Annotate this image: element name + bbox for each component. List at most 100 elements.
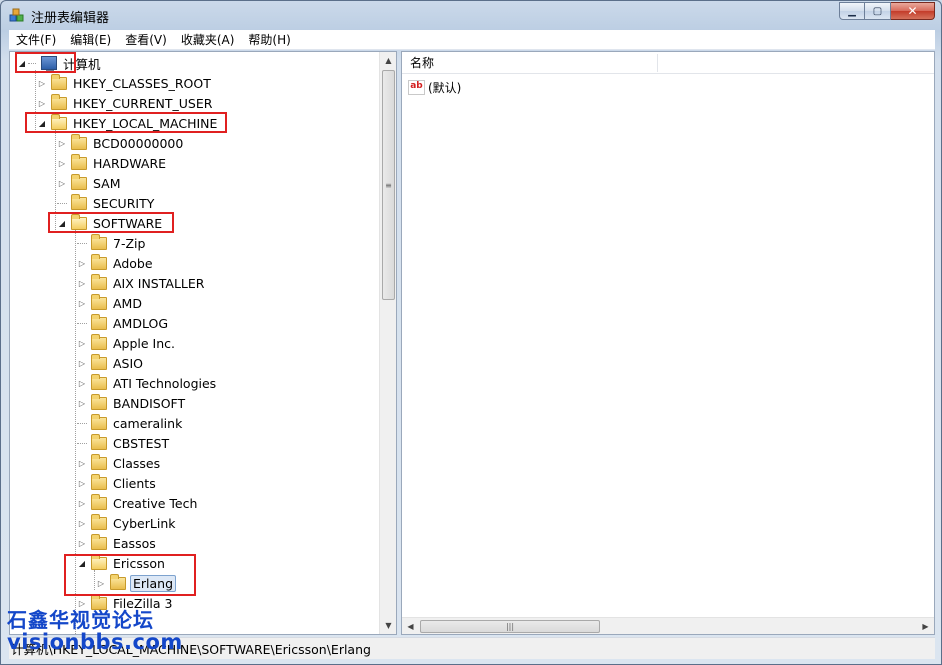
expand-icon[interactable]: ▷ [76, 537, 88, 549]
tree-node-label: Adobe [113, 255, 153, 271]
tree-leaf-connector [76, 417, 88, 429]
expand-icon[interactable]: ▷ [56, 137, 68, 149]
tree-node-label: AIX INSTALLER [113, 275, 205, 291]
tree-node-software-child[interactable]: ▷ CyberLink [76, 513, 178, 533]
arrow-up-icon: ▲ [385, 56, 392, 65]
highlight-box-hklm [25, 112, 227, 133]
tree-node-software-child[interactable]: cameralink [76, 413, 184, 433]
tree-node-label: CyberLink [113, 515, 176, 531]
folder-icon [91, 413, 107, 430]
grip-icon: ||| [505, 622, 515, 631]
tree-leaf-connector [76, 237, 88, 249]
scroll-down-button[interactable]: ▼ [380, 617, 396, 634]
arrow-right-icon: ▶ [922, 622, 929, 631]
tree-node-hardware[interactable]: ▷ HARDWARE [56, 153, 168, 173]
tree-node-software-child[interactable]: ▷ Classes [76, 453, 162, 473]
arrow-down-icon: ▼ [385, 621, 392, 630]
menu-file[interactable]: 文件(F) [9, 31, 63, 48]
column-header: 名称 [402, 52, 934, 74]
column-name-header[interactable]: 名称 [410, 54, 434, 71]
folder-icon [51, 73, 67, 90]
expand-icon[interactable]: ▷ [76, 357, 88, 369]
values-pane[interactable]: 名称 ab (默认) ◀ ||| ▶ [401, 51, 935, 635]
highlight-box-software [48, 212, 174, 233]
expand-icon[interactable]: ▷ [36, 77, 48, 89]
scroll-up-button[interactable]: ▲ [380, 52, 396, 69]
expand-icon[interactable]: ▷ [36, 97, 48, 109]
expand-icon[interactable]: ▷ [76, 457, 88, 469]
menu-help[interactable]: 帮助(H) [241, 31, 297, 48]
string-value-icon: ab [408, 80, 425, 95]
tree-node-label: ASIO [113, 355, 144, 371]
tree-node-software-child[interactable]: AMDLOG [76, 313, 170, 333]
tree-vertical-scrollbar[interactable]: ▲ ≡ ▼ [379, 52, 396, 634]
expand-icon[interactable]: ▷ [76, 517, 88, 529]
menu-bar: 文件(F) 编辑(E) 查看(V) 收藏夹(A) 帮助(H) [9, 30, 935, 50]
tree-node-label: SAM [93, 175, 121, 191]
maximize-button[interactable]: ▢ [865, 2, 891, 20]
window-title: 注册表编辑器 [31, 11, 110, 26]
menu-edit[interactable]: 编辑(E) [63, 31, 118, 48]
menu-favorites[interactable]: 收藏夹(A) [174, 31, 242, 48]
expand-icon[interactable]: ▷ [56, 157, 68, 169]
values-horizontal-scrollbar[interactable]: ◀ ||| ▶ [402, 617, 934, 634]
tree-node-label: HKEY_CURRENT_USER [73, 95, 213, 111]
tree-node-software-child[interactable]: ▷ Adobe [76, 253, 155, 273]
scroll-thumb[interactable]: ||| [420, 620, 600, 633]
watermark-line-2: visionbbs.com [7, 630, 183, 654]
minimize-button[interactable]: ▁ [839, 2, 865, 20]
close-button[interactable]: ✕ [891, 2, 935, 20]
expand-icon[interactable]: ▷ [76, 397, 88, 409]
value-row[interactable]: ab (默认) [408, 79, 461, 96]
scroll-left-button[interactable]: ◀ [402, 618, 419, 634]
expand-icon[interactable]: ▷ [76, 497, 88, 509]
tree-node-label: HARDWARE [93, 155, 167, 171]
folder-icon [91, 493, 107, 510]
folder-icon [91, 253, 107, 270]
tree-node-software-child[interactable]: ▷ BANDISOFT [76, 393, 187, 413]
tree-node-software-child[interactable]: ▷ Eassos [76, 533, 158, 553]
tree-node-label: Eassos [113, 535, 156, 551]
expand-icon[interactable]: ▷ [76, 337, 88, 349]
expand-icon[interactable]: ▷ [76, 377, 88, 389]
key-tree-pane[interactable]: ◢ 计算机 ▷ HKEY_CLASSES_ROOT ▷ HKEY_CURRENT… [9, 51, 397, 635]
tree-node-hkcr[interactable]: ▷ HKEY_CLASSES_ROOT [36, 73, 213, 93]
expand-icon[interactable]: ▷ [76, 257, 88, 269]
folder-icon [91, 313, 107, 330]
tree-node-label: Classes [113, 455, 161, 471]
tree-node-software-child[interactable]: ▷ ASIO [76, 353, 145, 373]
tree-node-hkcu[interactable]: ▷ HKEY_CURRENT_USER [36, 93, 214, 113]
tree-leaf-connector [76, 437, 88, 449]
folder-icon [71, 173, 87, 190]
tree-node-security[interactable]: SECURITY [56, 193, 156, 213]
expand-icon[interactable]: ▷ [76, 277, 88, 289]
tree-node-label: HKEY_CLASSES_ROOT [73, 75, 211, 91]
expand-icon[interactable]: ▷ [56, 177, 68, 189]
scroll-thumb[interactable]: ≡ [382, 70, 395, 300]
tree-node-software-child[interactable]: ▷ AIX INSTALLER [76, 273, 206, 293]
expand-icon[interactable]: ▷ [76, 297, 88, 309]
tree-node-label: cameralink [113, 415, 183, 431]
tree-node-software-child[interactable]: ▷ Apple Inc. [76, 333, 177, 353]
tree-node-software-child[interactable]: ▷ ATI Technologies [76, 373, 218, 393]
maximize-icon: ▢ [872, 5, 883, 17]
highlight-box-computer [15, 52, 76, 73]
watermark: 石鑫华视觉论坛 visionbbs.com [7, 609, 183, 654]
tree-node-sam[interactable]: ▷ SAM [56, 173, 123, 193]
expand-icon[interactable]: ▷ [76, 477, 88, 489]
title-bar[interactable]: 注册表编辑器 ▁ ▢ ✕ [1, 1, 941, 29]
tree-node-label: 7-Zip [113, 235, 146, 251]
tree-node-software-child[interactable]: ▷ Creative Tech [76, 493, 199, 513]
folder-icon [91, 333, 107, 350]
menu-view[interactable]: 查看(V) [118, 31, 174, 48]
tree-node-software-child[interactable]: 7-Zip [76, 233, 147, 253]
tree-node-software-child[interactable]: CBSTEST [76, 433, 171, 453]
tree-node-software-child[interactable]: ▷ Clients [76, 473, 158, 493]
tree-node-software-child[interactable]: ▷ AMD [76, 293, 144, 313]
column-divider[interactable] [657, 54, 658, 72]
folder-icon [91, 353, 107, 370]
folder-icon [91, 533, 107, 550]
scroll-right-button[interactable]: ▶ [917, 618, 934, 634]
folder-icon [91, 393, 107, 410]
tree-node-bcd[interactable]: ▷ BCD00000000 [56, 133, 185, 153]
